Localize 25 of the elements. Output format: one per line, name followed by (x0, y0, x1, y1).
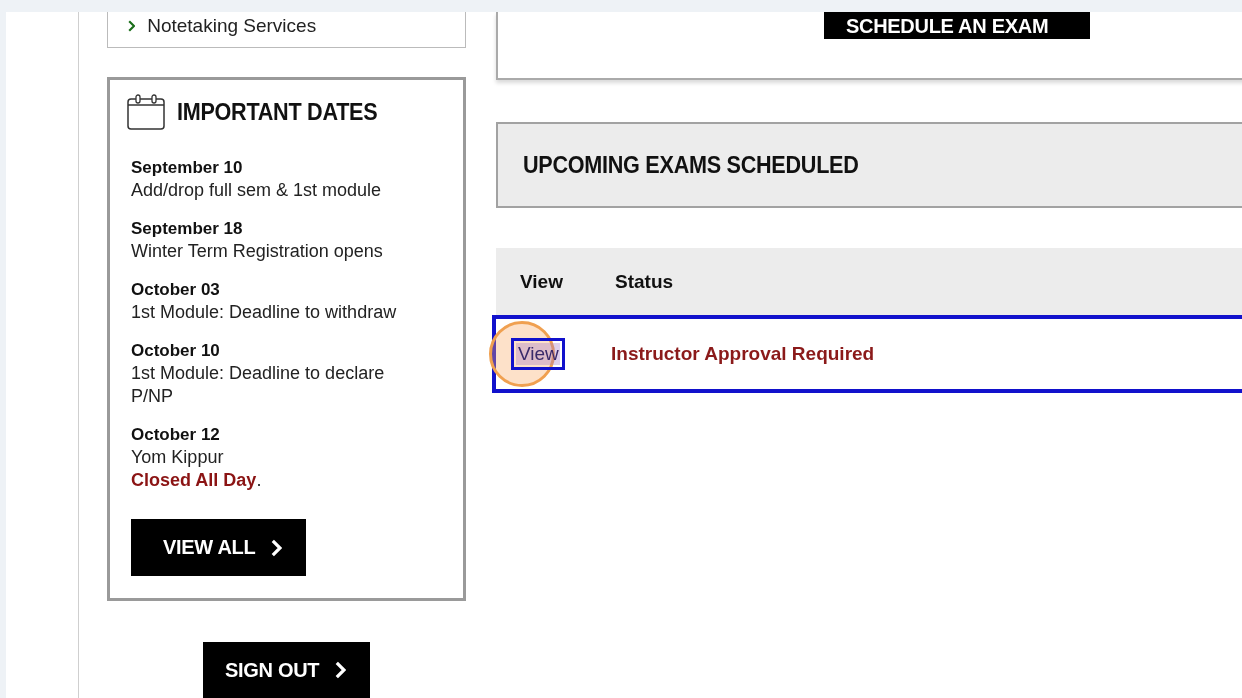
status-cell: Instructor Approval Required (611, 343, 875, 365)
section-title: UPCOMING EXAMS SCHEDULED (523, 151, 859, 179)
column-header: Status (615, 270, 675, 293)
date-label: October 12 (131, 424, 221, 446)
chevron-icon (128, 20, 136, 32)
date-description: Winter Term Registration opens (131, 240, 384, 263)
view-all-button[interactable]: VIEW ALL (131, 519, 307, 576)
sign-out-button[interactable]: SIGN OUT (202, 642, 371, 698)
view-link[interactable]: View (516, 343, 611, 365)
date-description: Add/drop full sem & 1st module (131, 179, 383, 202)
calendar-icon (127, 94, 165, 130)
date-description: 1st Module: Deadline to withdraw (131, 301, 398, 324)
date-description: Yom Kippur (131, 446, 225, 469)
date-label: October 03 (131, 279, 221, 301)
column-header: View (519, 270, 564, 293)
date-label: October 10 (131, 340, 221, 362)
schedule-exam-button[interactable]: SCHEDULE AN EXAM (824, 12, 1090, 39)
date-label: September 18 (131, 218, 244, 240)
service-link[interactable]: Notetaking Services (128, 14, 445, 38)
date-note: Closed All Day. (131, 469, 263, 492)
date-description: 1st Module: Deadline to declare P/NP (131, 362, 386, 408)
chevron-icon (271, 538, 283, 557)
panel-title: IMPORTANT DATES (177, 98, 378, 126)
date-label: September 10 (131, 157, 244, 179)
chevron-icon (335, 661, 347, 679)
